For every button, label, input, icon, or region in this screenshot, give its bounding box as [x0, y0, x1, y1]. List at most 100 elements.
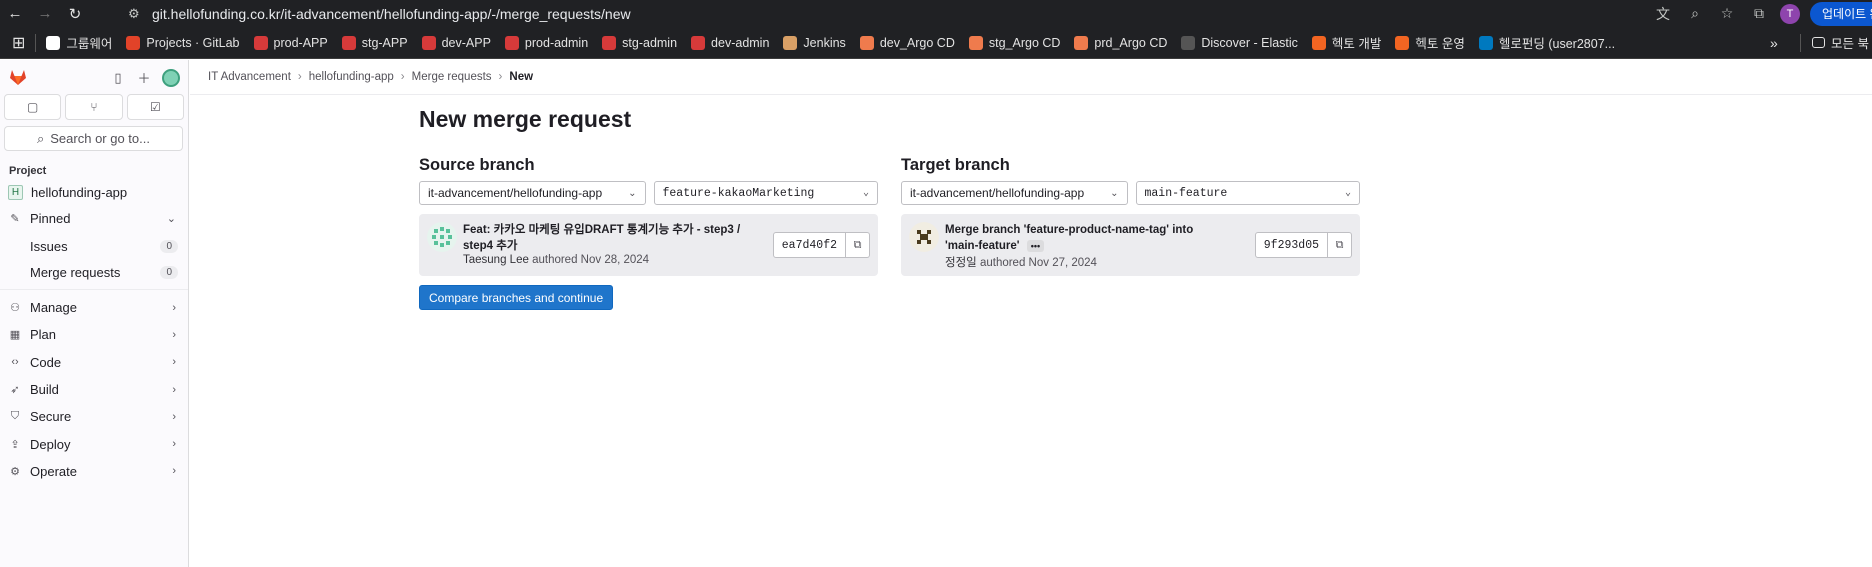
browser-toolbar: ← → ↻ ⚙ git.hellofunding.co.kr/it-advanc…	[0, 0, 1872, 27]
target-branch-dropdown[interactable]: main-feature ⌄	[1135, 181, 1360, 205]
bookmarks-bar: ⊞ 그룹웨어 Projects · GitLab prod-APP stg-APP de…	[0, 27, 1872, 59]
sidebar-item-issues[interactable]: Issues 0	[0, 233, 188, 259]
site-info-icon[interactable]: ⚙	[128, 6, 140, 22]
reload-icon[interactable]: ↻	[60, 0, 90, 27]
bookmark-item[interactable]: prd_Argo CD	[1074, 35, 1167, 50]
bookmark-item[interactable]: prod-admin	[504, 35, 588, 50]
count-badge: 0	[160, 265, 178, 279]
commit-meta: 정정일 authored Nov 27, 2024	[945, 254, 1097, 270]
bookmarks-divider	[35, 33, 37, 52]
extensions-icon[interactable]: ⧉	[1748, 5, 1770, 22]
bookmark-item[interactable]: prod-APP	[253, 35, 328, 50]
author-avatar[interactable]	[427, 222, 457, 252]
sidebar-item-code[interactable]: ‹› Code ›	[0, 349, 188, 376]
bookmark-favicon-icon	[341, 35, 356, 50]
sidebar-nav: ⚇ Manage › ▦ Plan › ‹› Code › ➶ Build › ⛉ Secure › ⇪ Dep…	[0, 294, 188, 485]
sidebar-pinned-toggle[interactable]: ✎ Pinned ⌄	[0, 205, 188, 231]
folder-icon	[1812, 37, 1825, 48]
commit-sha[interactable]: ea7d40f2	[772, 232, 846, 258]
copy-icon[interactable]: ⧉	[846, 232, 870, 258]
translate-icon[interactable]: 文	[1652, 4, 1674, 24]
copy-icon[interactable]: ⧉	[1328, 232, 1352, 258]
zoom-icon[interactable]: ⌕	[1684, 5, 1706, 22]
bookmark-item[interactable]: stg_Argo CD	[968, 35, 1060, 50]
sidebar-quick-tabs: ▢ ⑂ ☑	[0, 94, 188, 120]
chevron-right-icon: ›	[172, 465, 176, 478]
bookmark-favicon-icon	[1478, 35, 1493, 50]
profile-avatar[interactable]: T	[1780, 3, 1800, 24]
bookmark-item[interactable]: Discover - Elastic	[1181, 35, 1298, 50]
sidebar-toggle-icon[interactable]: ▯	[110, 70, 126, 86]
bookmark-item[interactable]: stg-APP	[341, 35, 408, 50]
more-bookmarks-icon[interactable]: »	[1770, 35, 1778, 51]
chevron-down-icon: ⌄	[628, 187, 637, 199]
source-project-dropdown[interactable]: it-advancement/hellofunding-app ⌄	[419, 181, 646, 205]
target-branch-title: Target branch	[901, 156, 1010, 174]
compare-branches-button[interactable]: Compare branches and continue	[419, 285, 614, 310]
update-button[interactable]: 업데이트 완	[1810, 1, 1872, 26]
bookmark-item[interactable]: Projects · GitLab	[126, 35, 240, 50]
chevron-right-icon: ›	[172, 383, 176, 396]
bookmark-item[interactable]: 헥토 개발	[1311, 33, 1381, 52]
user-avatar[interactable]	[162, 68, 180, 87]
commit-title[interactable]: Feat: 카카오 마케팅 유입DRAFT 통계기능 추가 - step3 / …	[463, 222, 743, 254]
breadcrumb-item[interactable]: Merge requests	[412, 71, 492, 83]
sidebar-project-link[interactable]: H hellofunding-app	[0, 179, 188, 205]
sidebar-item-secure[interactable]: ⛉ Secure ›	[0, 403, 188, 430]
apps-grid-icon[interactable]: ⊞	[12, 33, 25, 53]
plus-icon[interactable]: ＋	[136, 68, 152, 87]
sidebar-item-operate[interactable]: ⚙ Operate ›	[0, 458, 188, 485]
users-icon: ⚇	[10, 302, 20, 315]
chevron-right-icon: ›	[172, 328, 176, 341]
more-icon[interactable]: •••	[1026, 239, 1045, 252]
project-avatar: H	[8, 184, 23, 200]
chevron-right-icon: ›	[172, 438, 176, 451]
bookmark-favicon-icon	[1181, 35, 1196, 50]
breadcrumb-item[interactable]: IT Advancement	[208, 71, 291, 83]
bookmark-favicon-icon	[691, 35, 706, 50]
bookmarks-divider	[1800, 33, 1801, 52]
sidebar-item-plan[interactable]: ▦ Plan ›	[0, 321, 188, 348]
sidebar-item-merge-requests[interactable]: Merge requests 0	[0, 259, 188, 285]
commit-meta: Taesung Lee authored Nov 28, 2024	[463, 254, 649, 266]
todo-tab-icon[interactable]: ☑	[126, 94, 184, 120]
bookmark-favicon-icon	[968, 35, 983, 50]
bookmark-favicon-icon	[1395, 35, 1410, 50]
breadcrumb-item[interactable]: hellofunding-app	[309, 71, 394, 83]
search-button[interactable]: ⌕ Search or go to...	[4, 126, 183, 151]
bookmark-item[interactable]: stg-admin	[602, 35, 677, 50]
all-bookmarks-folder[interactable]: 모든 북	[1812, 33, 1869, 52]
bookmark-favicon-icon	[46, 35, 61, 50]
url-text[interactable]: git.hellofunding.co.kr/it-advancement/he…	[152, 6, 631, 22]
commit-sha[interactable]: 9f293d05	[1254, 232, 1328, 258]
bookmark-item[interactable]: dev-admin	[691, 35, 769, 50]
commit-author[interactable]: 정정일	[945, 257, 977, 269]
commit-title[interactable]: Merge branch 'feature-product-name-tag' …	[945, 222, 1225, 254]
forward-icon[interactable]: →	[30, 0, 60, 27]
target-project-dropdown[interactable]: it-advancement/hellofunding-app ⌄	[901, 181, 1128, 205]
source-branch-panel: Source branch it-advancement/hellofundin…	[419, 156, 878, 276]
bookmark-favicon-icon	[1311, 35, 1326, 50]
sidebar-item-manage[interactable]: ⚇ Manage ›	[0, 294, 188, 321]
bookmark-star-icon[interactable]: ☆	[1716, 5, 1738, 22]
issues-tab-icon[interactable]: ▢	[4, 94, 62, 120]
bookmark-item[interactable]: 헬로펀딩 (user2807...	[1478, 33, 1615, 52]
deploy-icon: ⇪	[10, 438, 20, 451]
bookmark-item[interactable]: 그룹웨어	[46, 33, 112, 52]
bookmark-item[interactable]: Jenkins	[783, 35, 846, 50]
address-bar[interactable]: ⚙ git.hellofunding.co.kr/it-advancement/…	[118, 1, 1778, 26]
sidebar-header-actions: ▯ ＋	[110, 68, 180, 87]
bookmark-item[interactable]: dev_Argo CD	[859, 35, 955, 50]
commit-author[interactable]: Taesung Lee	[463, 254, 529, 266]
gitlab-logo-icon[interactable]	[8, 67, 28, 87]
sidebar-item-build[interactable]: ➶ Build ›	[0, 376, 188, 403]
source-branch-dropdown[interactable]: feature-kakaoMarketing ⌄	[653, 181, 878, 205]
search-icon: ⌕	[36, 130, 45, 146]
bookmark-item[interactable]: 헥토 운영	[1395, 33, 1465, 52]
back-icon[interactable]: ←	[0, 0, 30, 27]
author-avatar[interactable]	[909, 222, 939, 252]
bookmark-item[interactable]: dev-APP	[421, 35, 491, 50]
pin-icon: ✎	[10, 212, 20, 225]
merge-requests-tab-icon[interactable]: ⑂	[65, 94, 123, 120]
sidebar-item-deploy[interactable]: ⇪ Deploy ›	[0, 430, 188, 457]
